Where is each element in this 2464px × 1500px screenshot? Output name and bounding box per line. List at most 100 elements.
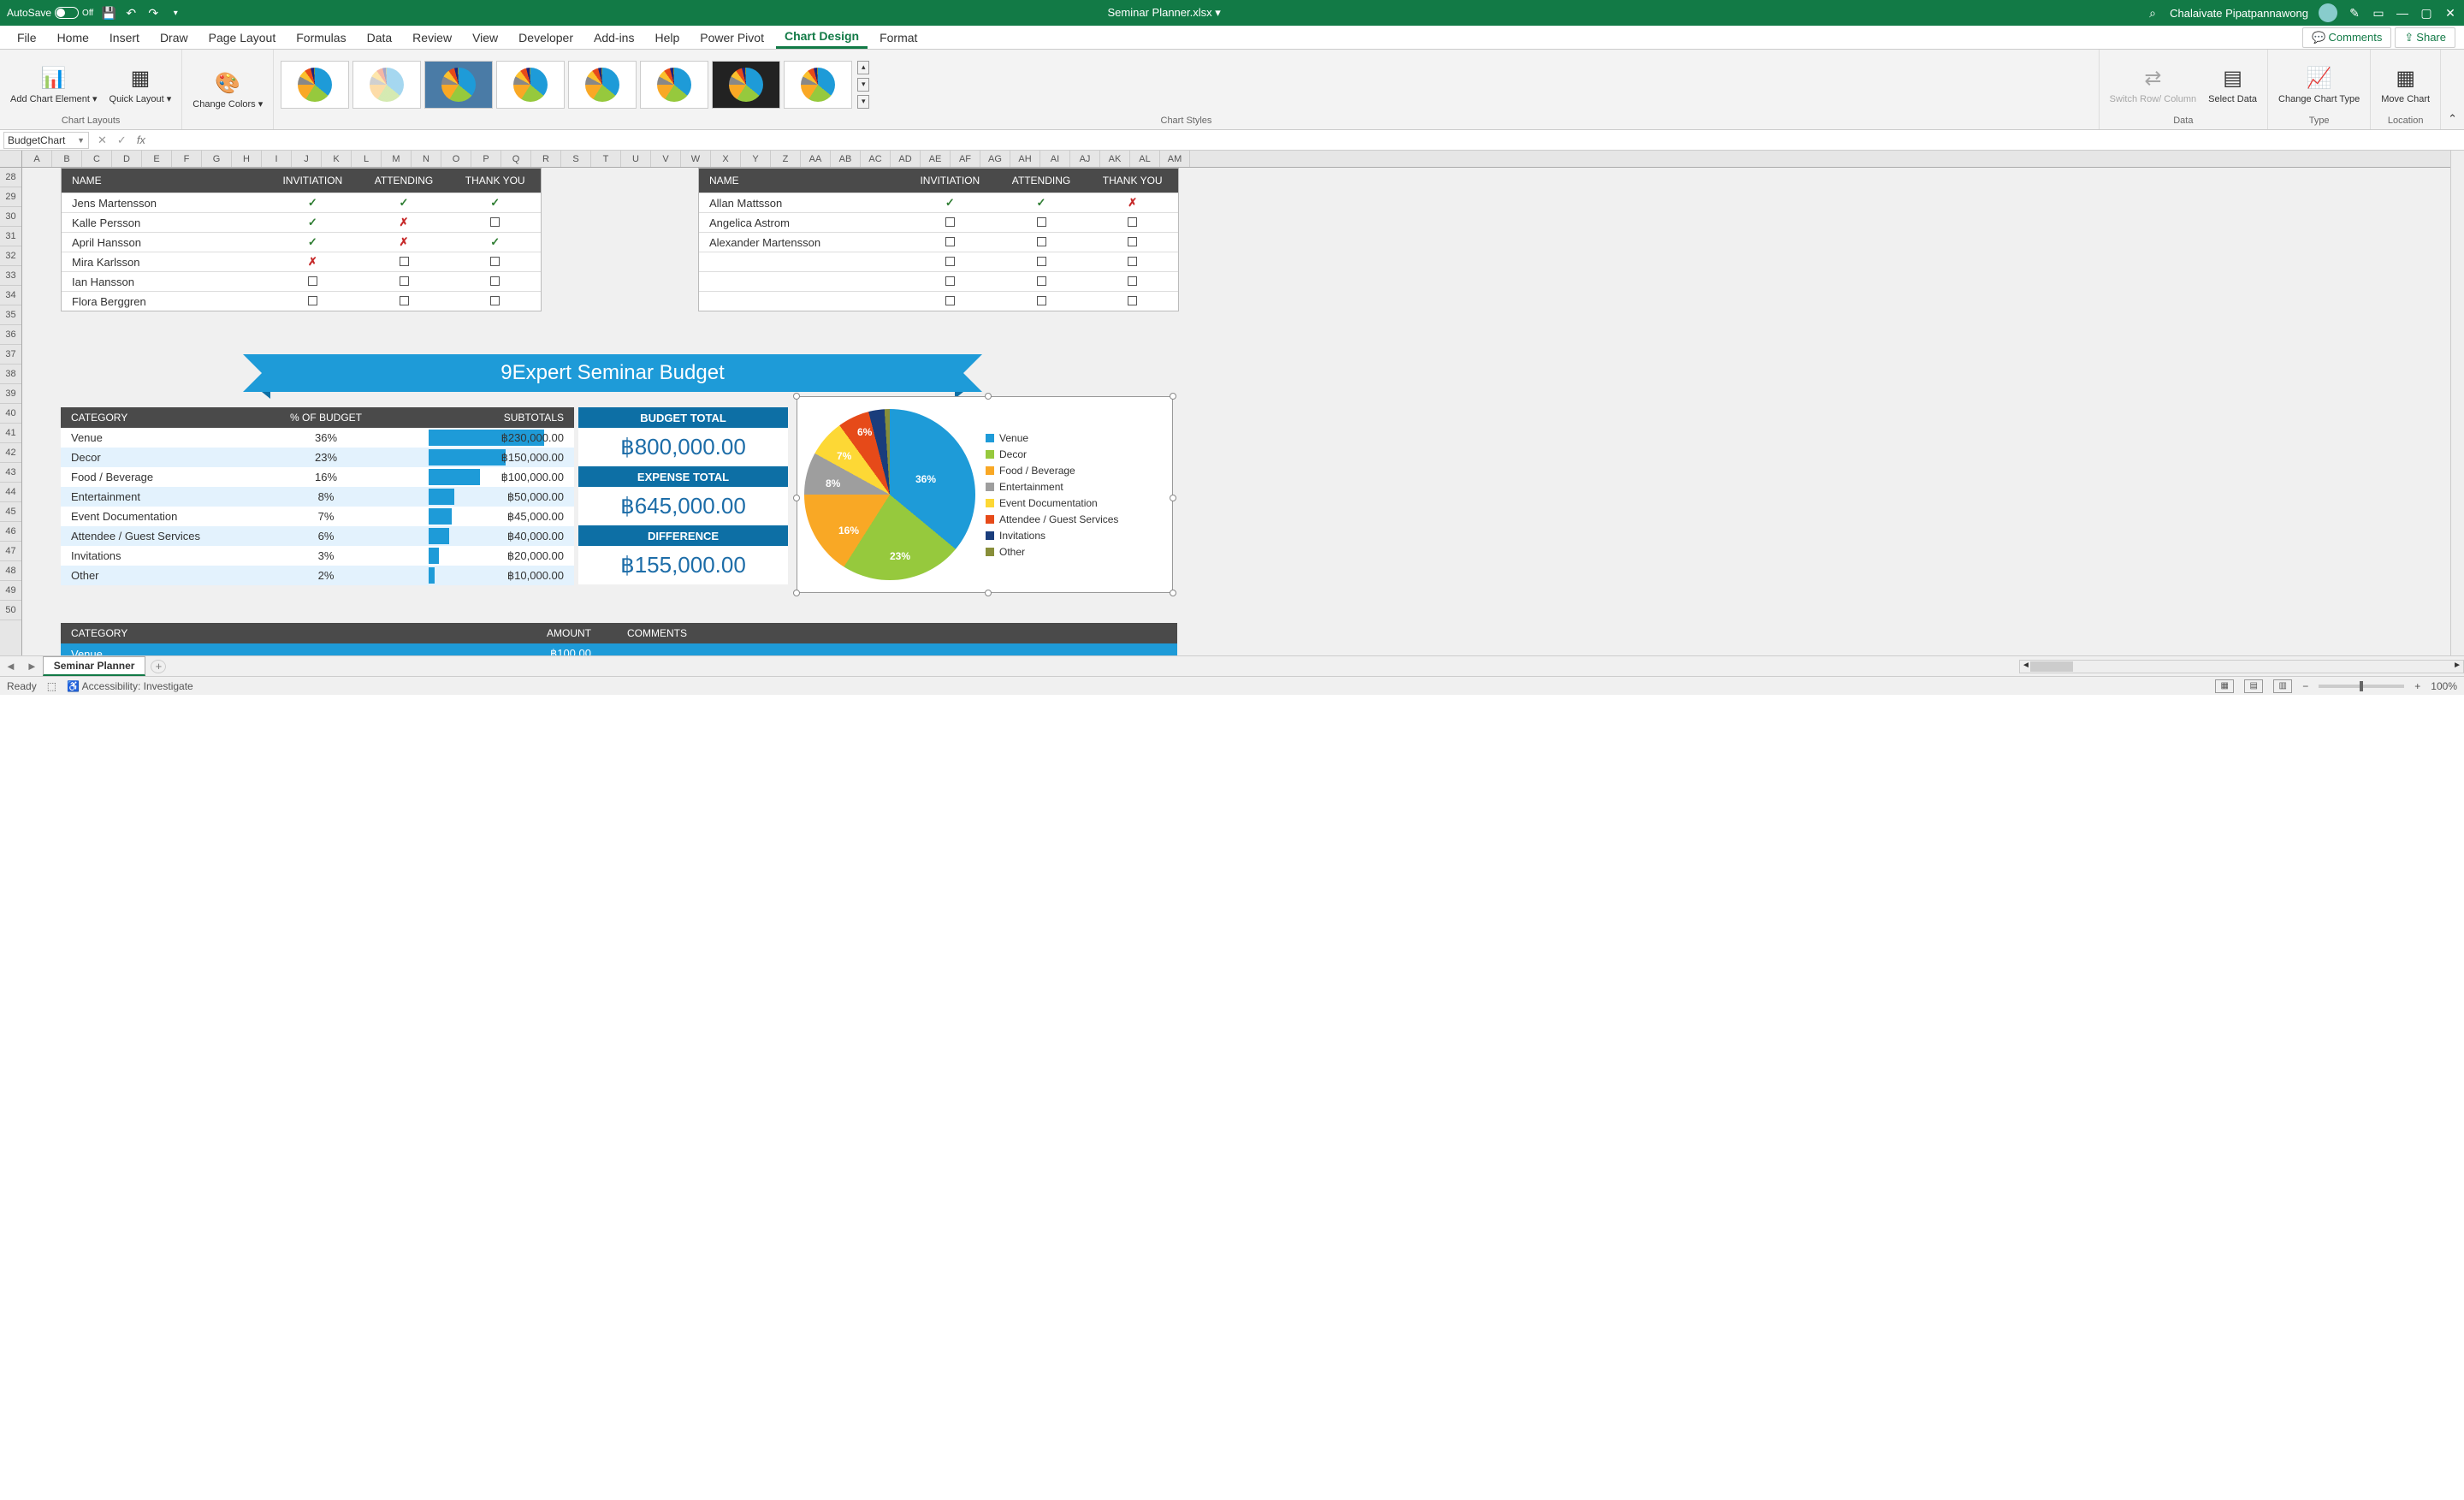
resize-handle[interactable]	[985, 393, 992, 400]
resize-handle[interactable]	[1170, 590, 1176, 596]
guest-row[interactable]: April Hansson✓✗✓	[62, 232, 541, 252]
column-header[interactable]: L	[352, 151, 382, 167]
column-header[interactable]: F	[172, 151, 202, 167]
column-header[interactable]: Y	[741, 151, 771, 167]
drawing-icon[interactable]: ✎	[2348, 6, 2361, 20]
chart-style-2[interactable]	[352, 61, 421, 109]
maximize-icon[interactable]: ▢	[2420, 6, 2433, 20]
select-data-button[interactable]: ▤Select Data	[2205, 63, 2260, 106]
style-expand[interactable]: ▾	[857, 95, 869, 109]
column-header[interactable]: AK	[1100, 151, 1130, 167]
row-header[interactable]: 48	[0, 561, 21, 581]
budget-row[interactable]: Other2%฿10,000.00	[61, 566, 574, 585]
tab-addins[interactable]: Add-ins	[585, 27, 643, 48]
chart-style-5[interactable]	[568, 61, 637, 109]
row-header[interactable]: 50	[0, 601, 21, 620]
horizontal-scrollbar[interactable]: ◄►	[2019, 660, 2464, 673]
resize-handle[interactable]	[1170, 495, 1176, 501]
column-header[interactable]: AI	[1040, 151, 1070, 167]
budget-row[interactable]: Food / Beverage16%฿100,000.00	[61, 467, 574, 487]
chart-style-6[interactable]	[640, 61, 708, 109]
autosave-toggle[interactable]: AutoSave Off	[7, 7, 93, 19]
resize-handle[interactable]	[1170, 393, 1176, 400]
zoom-slider[interactable]	[2319, 685, 2404, 688]
style-scroll-down[interactable]: ▾	[857, 78, 869, 92]
row-header[interactable]: 31	[0, 227, 21, 246]
quick-layout-button[interactable]: ▦Quick Layout ▾	[106, 62, 175, 106]
column-header[interactable]: AD	[891, 151, 921, 167]
select-all-corner[interactable]	[0, 151, 21, 168]
row-header[interactable]: 37	[0, 345, 21, 365]
sheet-tab[interactable]: Seminar Planner	[43, 656, 146, 676]
budget-row[interactable]: Entertainment8%฿50,000.00	[61, 487, 574, 507]
undo-icon[interactable]: ↶	[124, 6, 138, 20]
column-header[interactable]: P	[471, 151, 501, 167]
column-header[interactable]: C	[82, 151, 112, 167]
tab-chart-design[interactable]: Chart Design	[776, 26, 868, 49]
guest-row[interactable]: Kalle Persson✓✗	[62, 212, 541, 232]
column-header[interactable]: G	[202, 151, 232, 167]
name-box[interactable]: BudgetChart▼	[3, 132, 89, 149]
resize-handle[interactable]	[985, 590, 992, 596]
resize-handle[interactable]	[793, 393, 800, 400]
tab-power-pivot[interactable]: Power Pivot	[691, 27, 773, 48]
column-header[interactable]: N	[412, 151, 441, 167]
row-header[interactable]: 38	[0, 365, 21, 384]
collapse-ribbon-icon[interactable]: ⌃	[2441, 109, 2464, 129]
view-normal-icon[interactable]: ▦	[2215, 679, 2234, 693]
row-header[interactable]: 39	[0, 384, 21, 404]
cancel-formula-icon[interactable]: ✕	[92, 133, 112, 147]
row-header[interactable]: 43	[0, 463, 21, 483]
tab-review[interactable]: Review	[404, 27, 460, 48]
chart-style-4[interactable]	[496, 61, 565, 109]
column-header[interactable]: D	[112, 151, 142, 167]
change-chart-type-button[interactable]: 📈Change Chart Type	[2275, 63, 2363, 106]
tab-draw[interactable]: Draw	[151, 27, 197, 48]
resize-handle[interactable]	[793, 590, 800, 596]
budget-row[interactable]: Event Documentation7%฿45,000.00	[61, 507, 574, 526]
row-header[interactable]: 36	[0, 325, 21, 345]
column-header[interactable]: AJ	[1070, 151, 1100, 167]
enter-formula-icon[interactable]: ✓	[112, 133, 132, 147]
vertical-scrollbar[interactable]	[2450, 151, 2464, 655]
tab-format[interactable]: Format	[871, 27, 926, 48]
column-header[interactable]: K	[322, 151, 352, 167]
view-page-break-icon[interactable]: ▥	[2273, 679, 2292, 693]
column-header[interactable]: AE	[921, 151, 951, 167]
row-header[interactable]: 29	[0, 187, 21, 207]
tab-view[interactable]: View	[464, 27, 506, 48]
chart-style-8[interactable]	[784, 61, 852, 109]
row-header[interactable]: 33	[0, 266, 21, 286]
sheet-nav-prev[interactable]: ◄	[0, 660, 21, 673]
row-header[interactable]: 41	[0, 424, 21, 443]
move-chart-button[interactable]: ▦Move Chart	[2378, 63, 2433, 106]
tab-developer[interactable]: Developer	[510, 27, 582, 48]
column-header[interactable]: AL	[1130, 151, 1160, 167]
column-header[interactable]: AG	[980, 151, 1010, 167]
sheet-nav-next[interactable]: ►	[21, 660, 43, 673]
change-colors-button[interactable]: 🎨Change Colors ▾	[189, 68, 266, 111]
guest-row[interactable]: Mira Karlsson✗	[62, 252, 541, 271]
row-header[interactable]: 45	[0, 502, 21, 522]
add-chart-element-button[interactable]: 📊Add Chart Element ▾	[7, 62, 101, 106]
budget-row[interactable]: Invitations3%฿20,000.00	[61, 546, 574, 566]
comments-button[interactable]: 💬Comments	[2302, 27, 2391, 48]
tab-help[interactable]: Help	[646, 27, 688, 48]
formula-input[interactable]	[151, 132, 2464, 149]
save-icon[interactable]: 💾	[102, 6, 116, 20]
user-avatar[interactable]	[2319, 3, 2337, 22]
tab-page-layout[interactable]: Page Layout	[200, 27, 285, 48]
add-sheet-button[interactable]: +	[151, 660, 166, 673]
zoom-level[interactable]: 100%	[2431, 680, 2457, 692]
row-header[interactable]: 49	[0, 581, 21, 601]
row-header[interactable]: 44	[0, 483, 21, 502]
share-button[interactable]: ⇪Share	[2395, 27, 2455, 48]
qat-dropdown-icon[interactable]: ▾	[169, 6, 182, 20]
budget-row[interactable]: Venue36%฿230,000.00	[61, 428, 574, 448]
guest-row[interactable]: Allan Mattsson✓✓✗	[699, 193, 1178, 212]
fx-icon[interactable]: fx	[132, 133, 151, 146]
guest-row[interactable]: Flora Berggren	[62, 291, 541, 311]
column-header[interactable]: AA	[801, 151, 831, 167]
column-header[interactable]: U	[621, 151, 651, 167]
cell-amount[interactable]: ฿100.00	[429, 647, 617, 655]
